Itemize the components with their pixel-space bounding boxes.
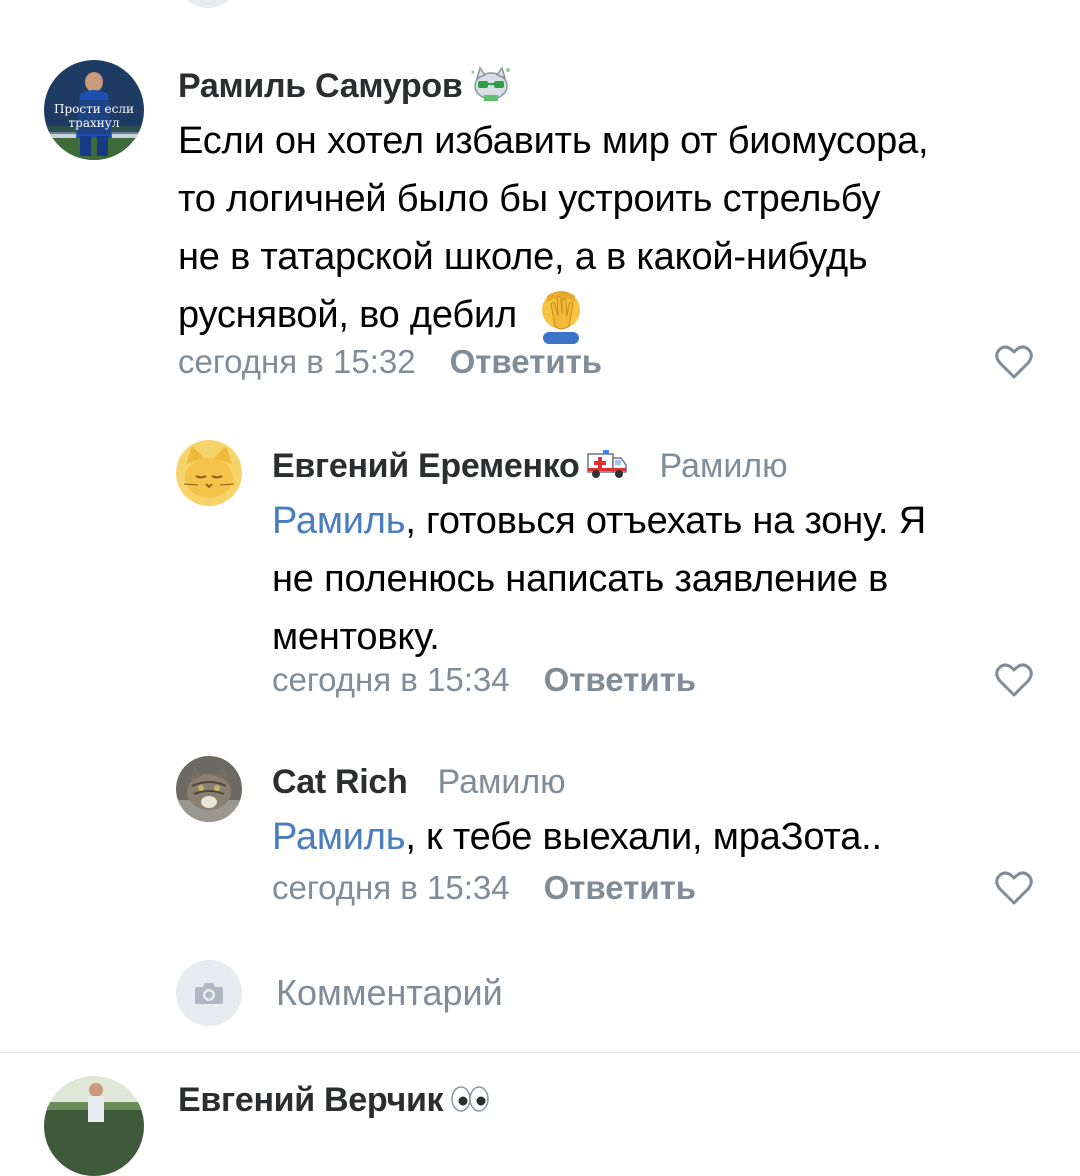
comment-time: сегодня в 15:34 [272,869,510,906]
like-heart-icon[interactable] [994,660,1034,700]
comment-text-fragment: , к тебе выехали, мраЗота.. [405,816,882,858]
avatar-image [176,756,242,822]
comment-text-line: Рамиль, готовься отъехать на зону. Я [272,492,1052,550]
previous-compose-camera-stub [176,0,240,8]
comment-text-line: Если он хотел избавить мир от биомусора, [178,120,929,162]
like-heart-icon[interactable] [994,342,1034,382]
author-name[interactable]: Cat Rich [272,763,408,802]
comment-text-line: не поленюсь написать заявление в [272,558,889,600]
avatar[interactable] [176,440,242,506]
reply-to-label[interactable]: Рамилю [438,763,566,802]
avatar[interactable] [44,1076,144,1176]
author-line: Евгений Верчик [178,1078,491,1122]
author-line: Cat Rich Рамилю [272,760,566,804]
reply-compose [176,960,1036,1026]
ambulance-icon [585,446,629,487]
author-name[interactable]: Евгений Верчик [178,1081,444,1120]
author-name[interactable]: Евгений Еременко [272,447,580,486]
reply-to-label[interactable]: Рамилю [659,447,787,486]
avatar-image [176,440,242,506]
comment-text-line: не в татарской школе, а в какой-нибудь [178,236,868,278]
comment-text-line: руснявой, во дебил [178,294,517,336]
reply-button[interactable]: Ответить [450,343,603,381]
facepalm-icon [533,286,589,344]
avatar[interactable]: Прости если трахнул [44,60,144,160]
avatar-caption-line2: трахнул [69,116,120,130]
avatar-image [44,1076,144,1176]
attach-photo-button[interactable] [176,960,242,1026]
comment-text: Рамиль, готовься отъехать на зону. Я не … [272,492,1052,666]
mention-link[interactable]: Рамиль [272,816,406,858]
like-heart-icon[interactable] [994,868,1034,908]
reply-button[interactable]: Ответить [544,661,697,699]
comment-text-fragment: , готовься отъехать на зону. Я [405,500,926,542]
eyes-icon [449,1081,491,1120]
comment-meta: сегодня в 15:34 Ответить [272,866,696,910]
comment-divider [0,1052,1080,1053]
author-line: Рамиль Самуров [178,64,514,108]
glasses-cat-sticker-icon [468,64,514,109]
camera-icon [194,981,224,1005]
comment-meta: сегодня в 15:34 Ответить [272,658,696,702]
comment-text-line: Рамиль, к тебе выехали, мраЗота.. [272,808,1052,866]
avatar-caption-line1: Прости если [54,102,134,116]
comment-input[interactable] [276,972,976,1014]
avatar-image: Прости если трахнул [44,60,144,160]
comment-time: сегодня в 15:32 [178,343,416,380]
comment-text: Рамиль, к тебе выехали, мраЗота.. [272,808,1052,866]
reply-button[interactable]: Ответить [544,869,697,907]
avatar[interactable] [176,756,242,822]
comment-meta: сегодня в 15:32 Ответить [178,340,602,384]
comment-text-line: то логичней было бы устроить стрельбу [178,178,881,220]
author-line: Евгений Еременко Рамилю [272,444,788,488]
comment-text: Если он хотел избавить мир от биомусора,… [178,112,1058,344]
comment-time: сегодня в 15:34 [272,661,510,698]
comment-text-last-line: руснявой, во дебил [178,286,1058,344]
mention-link[interactable]: Рамиль [272,500,406,542]
author-name[interactable]: Рамиль Самуров [178,67,463,106]
